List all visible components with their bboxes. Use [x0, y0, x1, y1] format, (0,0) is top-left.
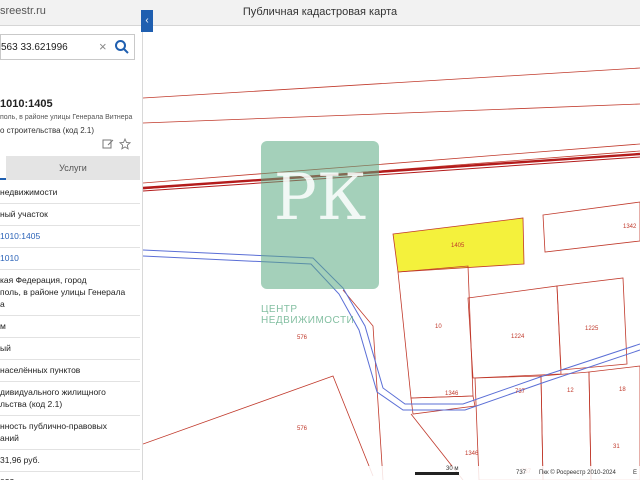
map-svg[interactable]	[143, 26, 640, 480]
copyright-text: Пкк © Росреестр 2010-2024	[539, 470, 616, 476]
tab-services[interactable]: Услуги	[6, 156, 140, 180]
map-footer: 30 м 737 Пкк © Росреестр 2010-2024 Е	[143, 466, 640, 480]
parcel-label-10: 10	[435, 324, 442, 330]
parcel[interactable]	[467, 285, 562, 379]
parcel-label-1346-a: 1346	[445, 391, 459, 397]
parcel-label-737-c: 737	[516, 470, 527, 476]
list-item: поль, в районе улицы Генерала	[0, 287, 126, 297]
watermark-caption: ЦЕНТР НЕДВИЖИМОСТИ	[261, 304, 355, 326]
list-item: а	[0, 298, 140, 316]
parcel-label-576-a: 576	[297, 335, 308, 341]
list-item: льства (код 2.1)	[0, 398, 140, 416]
parcel-label-31: 31	[613, 444, 620, 450]
cadastral-number-link[interactable]: 1010:1405	[0, 226, 140, 248]
list-item: ый	[0, 338, 140, 360]
list-item: кая Федерация, город	[0, 275, 87, 285]
parcel-label-12: 12	[567, 388, 574, 394]
search-input[interactable]	[1, 35, 97, 59]
list-item: 022	[0, 472, 140, 480]
list-item: недвижимости	[0, 182, 140, 204]
parcel[interactable]	[474, 375, 544, 480]
parcel[interactable]	[397, 265, 474, 399]
parcel-label-18: 18	[619, 387, 626, 393]
parcel-label-576-b: 576	[297, 426, 308, 432]
watermark-logo: РК	[261, 141, 379, 289]
list-item: населённых пунктов	[0, 360, 140, 382]
list-item: м	[0, 316, 140, 338]
creek-line	[143, 249, 640, 405]
parcel-label-1225: 1225	[585, 326, 599, 332]
creek-line	[143, 255, 640, 411]
parcel[interactable]	[540, 371, 592, 480]
list-item: нность публично-правовых	[0, 421, 107, 431]
parcel-label-1224: 1224	[511, 334, 525, 340]
attribute-list: недвижимости ный участок 1010:1405 1010 …	[0, 182, 140, 480]
list-item: аний	[0, 432, 140, 450]
parcel[interactable]	[410, 395, 476, 415]
page-title: Публичная кадастровая карта	[242, 6, 398, 18]
search-box: ×	[0, 34, 135, 60]
boundary-line	[143, 375, 374, 477]
map-canvas[interactable]: 1405 1342 10 1224 1225 576 576 1346 1346…	[143, 26, 640, 480]
highway-line	[143, 152, 640, 190]
parcel-label-737-a: 737	[515, 389, 526, 395]
parcel-label-1405: 1405	[451, 243, 465, 249]
list-item: дивидуального жилищного	[0, 387, 106, 397]
edit-icon[interactable]	[102, 138, 114, 150]
parcel[interactable]	[556, 277, 628, 371]
watermark-letters: РК	[273, 161, 367, 235]
scale-bar	[415, 472, 459, 475]
parcel-label-1346-b: 1346	[465, 451, 479, 457]
list-item: ный участок	[0, 204, 140, 226]
star-icon[interactable]	[119, 138, 131, 150]
copyright-suffix: Е	[633, 470, 638, 476]
browser-title-bar: sreestr.ru Публичная кадастровая карта	[0, 0, 640, 26]
search-icon[interactable]	[113, 38, 131, 56]
close-icon[interactable]: ×	[99, 39, 107, 54]
parcel-label-1342: 1342	[623, 224, 637, 230]
object-address: поль, в районе улицы Генерала Витнера	[0, 114, 133, 121]
panel-tabs: Услуги	[0, 156, 140, 180]
highway-line	[143, 156, 640, 192]
chevron-left-icon[interactable]: ‹	[141, 10, 153, 32]
boundary-line	[143, 67, 640, 99]
boundary-line	[143, 103, 640, 124]
info-panel: × 1010:1405 поль, в районе улицы Генерал…	[0, 26, 143, 480]
parcel[interactable]	[588, 365, 640, 480]
cadastral-number-title: 1010:1405	[0, 98, 53, 110]
object-permitted-use: о строительства (код 2.1)	[0, 126, 94, 135]
list-item: 31,96 руб.	[0, 450, 140, 472]
quarter-link[interactable]: 1010	[0, 248, 140, 270]
boundary-line	[143, 143, 640, 184]
